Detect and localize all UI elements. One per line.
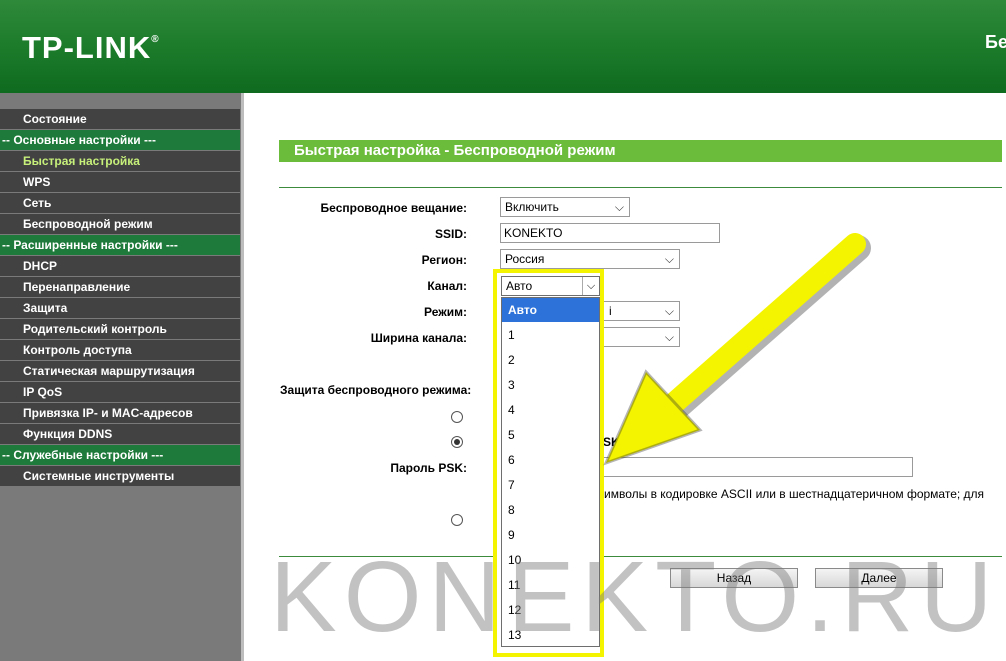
annotation-arrow [603, 233, 871, 466]
annotation-arrow-shaft [644, 233, 866, 431]
